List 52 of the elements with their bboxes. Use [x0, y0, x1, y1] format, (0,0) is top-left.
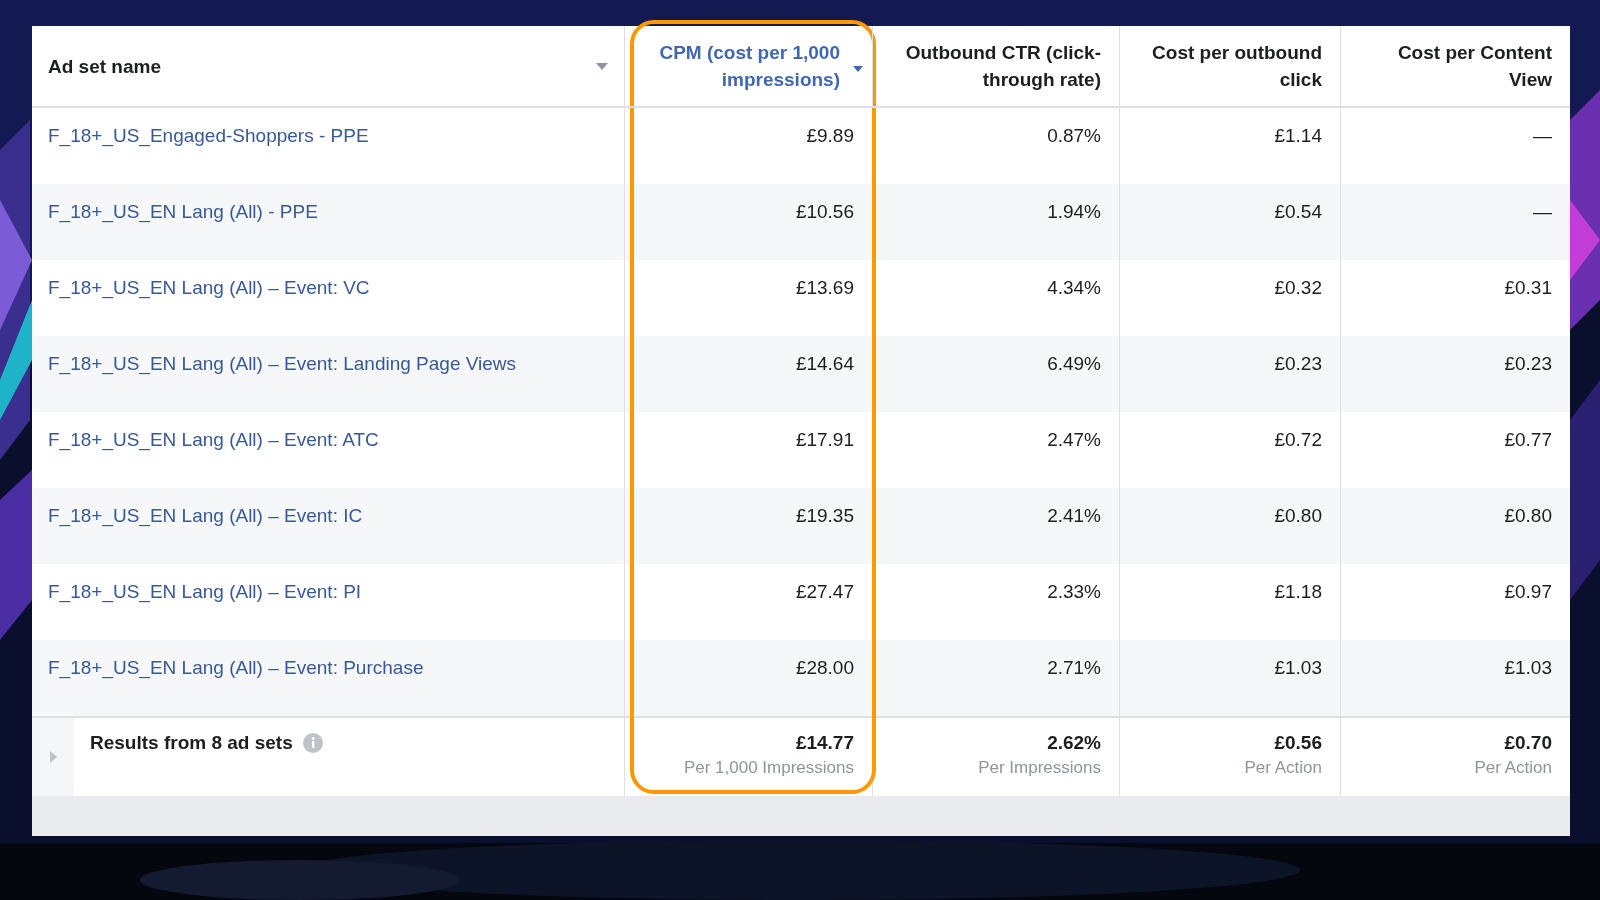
- table-cell: £14.64: [795, 353, 854, 374]
- table-cell: 1.94%: [1047, 201, 1101, 222]
- table-cell: 2.47%: [1047, 429, 1101, 450]
- table-cell: £27.47: [795, 581, 854, 602]
- table-cell: £19.35: [795, 505, 854, 526]
- total-note: Per Impressions: [978, 758, 1101, 778]
- ad-set-link[interactable]: F_18+_US_EN Lang (All) - PPE: [48, 201, 318, 222]
- triangle-icon: [49, 751, 57, 763]
- table-cell: £0.80: [1504, 505, 1552, 526]
- table-cell: £0.23: [1274, 353, 1322, 374]
- table-cell: 2.41%: [1047, 505, 1101, 526]
- ad-set-link[interactable]: F_18+_US_EN Lang (All) – Event: VC: [48, 277, 370, 298]
- table-cell: £1.03: [1504, 657, 1552, 678]
- table-cell: 0.87%: [1047, 125, 1101, 146]
- table-cell: £0.31: [1504, 277, 1552, 298]
- table-cell: £0.72: [1274, 429, 1322, 450]
- total-value: £14.77: [795, 732, 854, 754]
- table-cell: 4.34%: [1047, 277, 1101, 298]
- table-cell: 6.49%: [1047, 353, 1101, 374]
- ad-set-link[interactable]: F_18+_US_EN Lang (All) – Event: PI: [48, 581, 362, 602]
- table-cell: £0.54: [1274, 201, 1322, 222]
- table-cell: £1.18: [1274, 581, 1322, 602]
- table-cell: £0.23: [1504, 353, 1552, 374]
- total-value: £0.56: [1274, 732, 1322, 754]
- total-value: £0.70: [1504, 732, 1552, 754]
- table-cell: £0.97: [1504, 581, 1552, 602]
- table-cell: £0.77: [1504, 429, 1552, 450]
- table-cell: £9.89: [806, 125, 854, 146]
- table-cell: —: [1533, 201, 1552, 222]
- table-cell: £0.32: [1274, 277, 1322, 298]
- sort-icon: [853, 66, 863, 72]
- summary-label: Results from 8 ad sets: [90, 732, 293, 754]
- table-cell: £17.91: [795, 429, 854, 450]
- ad-set-link[interactable]: F_18+_US_EN Lang (All) – Event: Purchase: [48, 657, 424, 678]
- table-cell: £1.14: [1274, 125, 1322, 146]
- table-cell: £0.80: [1274, 505, 1322, 526]
- total-note: Per Action: [1474, 758, 1552, 778]
- ad-set-link[interactable]: F_18+_US_Engaged-Shoppers - PPE: [48, 125, 369, 146]
- total-note: Per Action: [1244, 758, 1322, 778]
- table-cell: £13.69: [795, 277, 854, 298]
- table-cell: —: [1533, 125, 1552, 146]
- table-cell: £10.56: [795, 201, 854, 222]
- table-cell: 2.33%: [1047, 581, 1101, 602]
- total-value: 2.62%: [1047, 732, 1101, 754]
- expand-toggle[interactable]: [32, 718, 74, 796]
- table-cell: £1.03: [1274, 657, 1322, 678]
- table-cell: £28.00: [795, 657, 854, 678]
- info-icon[interactable]: [302, 733, 323, 753]
- ad-set-link[interactable]: F_18+_US_EN Lang (All) – Event: IC: [48, 505, 363, 526]
- total-note: Per 1,000 Impressions: [683, 758, 854, 778]
- table-cell: 2.71%: [1047, 657, 1101, 678]
- ad-set-link[interactable]: F_18+_US_EN Lang (All) – Event: ATC: [48, 429, 379, 450]
